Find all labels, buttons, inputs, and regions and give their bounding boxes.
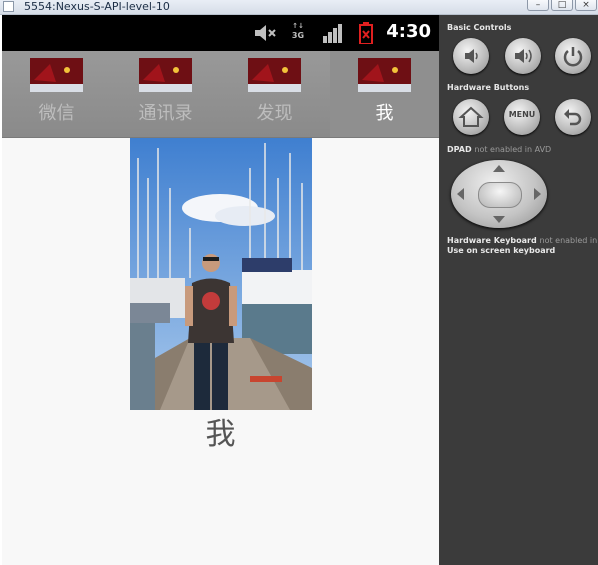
tab-thumbnail-icon bbox=[248, 58, 301, 92]
network-3g-icon: ↑↓ 3G bbox=[291, 22, 305, 40]
window-titlebar: 5554:Nexus-S-API-level-10 – □ × bbox=[0, 0, 598, 15]
back-icon bbox=[564, 109, 582, 126]
tab-label: 发现 bbox=[256, 103, 293, 124]
volume-up-icon bbox=[515, 49, 532, 63]
tab-thumbnail-icon bbox=[139, 58, 192, 92]
dpad-title: DPAD not enabled in AVD bbox=[447, 145, 551, 154]
tab-thumbnail-icon bbox=[358, 58, 411, 92]
onscreen-keyboard-note: Use on screen keyboard bbox=[447, 246, 556, 255]
emulator-controls-panel: Basic Controls Hardware Buttons MENU DPA… bbox=[439, 15, 598, 565]
profile-caption: 我 bbox=[205, 417, 236, 452]
tab-contacts[interactable]: 通讯录 bbox=[111, 51, 220, 137]
keyboard-title: Hardware Keyboard bbox=[447, 236, 537, 245]
tab-discover[interactable]: 发现 bbox=[220, 51, 329, 137]
window-title: 5554:Nexus-S-API-level-10 bbox=[24, 0, 170, 13]
tab-thumbnail-icon bbox=[30, 58, 83, 92]
tab-bar: 微信 通讯录 发现 我 bbox=[2, 51, 439, 138]
hardware-buttons-title: Hardware Buttons bbox=[447, 83, 530, 92]
tab-wechat[interactable]: 微信 bbox=[2, 51, 111, 137]
app-icon bbox=[3, 1, 14, 12]
network-label: 3G bbox=[291, 31, 305, 40]
home-icon bbox=[458, 106, 484, 127]
volume-up-button[interactable] bbox=[505, 38, 541, 74]
dpad-center-button[interactable] bbox=[478, 182, 522, 208]
mute-icon bbox=[255, 25, 276, 41]
tab-label: 微信 bbox=[38, 103, 75, 124]
minimize-button[interactable]: – bbox=[527, 0, 549, 11]
menu-button-label: MENU bbox=[508, 110, 536, 119]
dpad-note: not enabled in AVD bbox=[474, 145, 552, 154]
dpad-title-label: DPAD bbox=[447, 145, 472, 154]
tab-label: 通讯录 bbox=[138, 103, 193, 124]
power-icon bbox=[563, 47, 583, 67]
basic-controls-title: Basic Controls bbox=[447, 23, 512, 32]
close-button[interactable]: × bbox=[575, 0, 597, 11]
maximize-button[interactable]: □ bbox=[551, 0, 573, 11]
keyboard-note-text: not enabled in AV bbox=[539, 236, 598, 245]
power-button[interactable] bbox=[555, 38, 591, 74]
home-button[interactable] bbox=[453, 99, 489, 135]
menu-button[interactable]: MENU bbox=[504, 99, 540, 135]
phone-screen: ↑↓ 3G 4:30 微信 通讯录 发现 我 我 bbox=[2, 15, 439, 565]
volume-down-button[interactable] bbox=[453, 38, 489, 74]
status-bar: ↑↓ 3G 4:30 bbox=[2, 15, 439, 51]
dpad[interactable] bbox=[451, 160, 547, 228]
back-button[interactable] bbox=[555, 99, 591, 135]
tab-me[interactable]: 我 bbox=[330, 51, 439, 137]
person-on-pier-photo bbox=[130, 138, 312, 410]
clock: 4:30 bbox=[386, 21, 431, 42]
keyboard-note: Hardware Keyboard not enabled in AV bbox=[447, 236, 598, 245]
volume-down-icon bbox=[465, 49, 478, 63]
signal-icon bbox=[323, 24, 342, 43]
tab-label: 我 bbox=[375, 103, 394, 124]
battery-alert-icon bbox=[359, 22, 373, 44]
